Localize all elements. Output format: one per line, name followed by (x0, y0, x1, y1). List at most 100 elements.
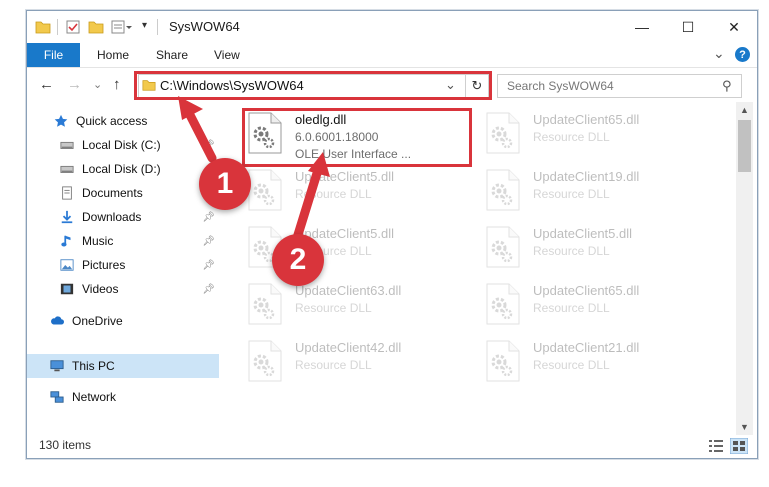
help-icon[interactable]: ? (735, 47, 750, 62)
file-item[interactable]: UpdateClient5.dll Resource DLL (247, 167, 467, 225)
downloads-icon (61, 210, 73, 224)
address-highlight-box (134, 71, 492, 100)
tab-file[interactable]: File (27, 43, 80, 67)
pictures-icon (60, 259, 74, 271)
file-name: UpdateClient65.dll (533, 283, 640, 298)
pin-icon: 📌︎ (202, 139, 215, 151)
dll-file-icon (248, 169, 282, 211)
recent-locations-button[interactable]: ⌄ (93, 78, 102, 91)
file-item[interactable]: UpdateClient65.dll Resource DLL (485, 110, 705, 168)
dll-file-icon (486, 112, 520, 154)
nav-item-label: Downloads (82, 210, 142, 224)
file-item[interactable]: UpdateClient19.dll Resource DLL (485, 167, 705, 225)
pin-icon: 📌︎ (202, 211, 215, 223)
videos-icon (60, 283, 74, 295)
quick-access-dropdown-icon[interactable]: ▾ (142, 20, 147, 31)
nav-item-pictures[interactable]: Pictures 📌︎ (59, 253, 219, 277)
file-name: UpdateClient63.dll (295, 283, 402, 298)
details-view-icon[interactable] (708, 439, 724, 453)
dll-file-icon (486, 226, 520, 268)
pin-icon: 📌︎ (202, 235, 215, 247)
file-description: Resource DLL (533, 130, 610, 144)
dll-file-icon (486, 169, 520, 211)
file-description: Resource DLL (295, 187, 372, 201)
nav-item-network[interactable]: Network (49, 385, 209, 409)
title-bar: ▾ SysWOW64 — ☐ ✕ (27, 11, 757, 43)
scroll-up-icon[interactable]: ▲ (736, 102, 753, 118)
nav-item-documents[interactable]: Documents 📌︎ (59, 181, 219, 205)
pin-icon: 📌︎ (202, 259, 215, 271)
status-bar: 130 items (27, 435, 757, 458)
dll-file-icon (486, 340, 520, 382)
properties-icon[interactable] (65, 19, 81, 35)
nav-item-downloads[interactable]: Downloads 📌︎ (59, 205, 219, 229)
scroll-thumb[interactable] (738, 120, 751, 172)
documents-icon (62, 186, 72, 200)
nav-item-quick-access[interactable]: Quick access (53, 109, 213, 133)
maximize-button[interactable]: ☐ (665, 11, 711, 43)
file-item[interactable]: UpdateClient21.dll Resource DLL (485, 338, 705, 396)
nav-item-local-disk-d[interactable]: Local Disk (D:) 📌︎ (59, 157, 219, 181)
nav-item-onedrive[interactable]: OneDrive (49, 309, 209, 333)
file-item[interactable]: UpdateClient65.dll Resource DLL (485, 281, 705, 339)
file-name: UpdateClient19.dll (533, 169, 640, 184)
cloud-icon (51, 316, 64, 325)
file-name: UpdateClient5.dll (533, 226, 633, 241)
address-row: ← → ⌄ ↑ C:\Windows\SysWOW64 ⌄ ↻ Search S… (27, 68, 757, 102)
file-highlight-box (242, 108, 472, 167)
nav-item-label: Local Disk (D:) (82, 162, 161, 176)
file-name: UpdateClient21.dll (533, 340, 640, 355)
nav-item-label: This PC (72, 359, 115, 373)
file-item[interactable]: UpdateClient63.dll Resource DLL (247, 281, 467, 339)
nav-item-this-pc[interactable]: This PC (27, 354, 219, 378)
dll-file-icon (248, 283, 282, 325)
file-description: Resource DLL (533, 358, 610, 372)
search-icon: ⚲ (722, 78, 732, 93)
nav-item-music[interactable]: Music 📌︎ (59, 229, 219, 253)
up-button[interactable]: ↑ (113, 76, 121, 93)
tab-share[interactable]: Share (156, 48, 188, 62)
ribbon-expand-icon[interactable]: ⌄ (713, 45, 725, 62)
star-icon (54, 114, 68, 127)
large-icons-view-icon[interactable] (730, 438, 748, 454)
file-name: UpdateClient65.dll (533, 112, 640, 127)
nav-item-label: OneDrive (72, 314, 123, 328)
nav-item-label: Network (72, 390, 117, 404)
file-description: Resource DLL (295, 358, 372, 372)
computer-icon (50, 360, 64, 372)
navigation-pane: Quick access Local Disk (C:) 📌︎ Local Di… (27, 102, 223, 432)
explorer-window: ▾ SysWOW64 — ☐ ✕ File Home Share View ⌄ … (26, 10, 758, 459)
tab-view[interactable]: View (214, 48, 240, 62)
forward-button[interactable]: → (67, 76, 82, 93)
scroll-down-icon[interactable]: ▼ (736, 419, 753, 435)
minimize-button[interactable]: — (619, 11, 665, 43)
nav-item-label: Quick access (76, 114, 148, 128)
ribbon-tabs: File Home Share View ⌄ ? (27, 43, 757, 68)
nav-item-label: Pictures (82, 258, 126, 272)
new-folder-icon[interactable] (88, 19, 104, 35)
nav-item-label: Local Disk (C:) (82, 138, 161, 152)
window-title: SysWOW64 (169, 19, 240, 34)
file-item[interactable]: UpdateClient5.dll Resource DLL (485, 224, 705, 282)
file-name: UpdateClient42.dll (295, 340, 402, 355)
nav-item-videos[interactable]: Videos 📌︎ (59, 277, 219, 301)
search-input[interactable]: Search SysWOW64 ⚲ (497, 74, 742, 98)
tab-home[interactable]: Home (97, 48, 129, 62)
drive-icon (60, 141, 74, 149)
customize-toolbar-icon[interactable] (111, 19, 133, 35)
network-icon (50, 391, 64, 403)
close-button[interactable]: ✕ (711, 11, 757, 43)
nav-item-label: Videos (82, 282, 119, 296)
music-icon (61, 235, 71, 247)
file-description: Resource DLL (533, 244, 610, 258)
back-button[interactable]: ← (39, 76, 54, 93)
file-description: Resource DLL (533, 187, 610, 201)
drive-icon (60, 165, 74, 173)
dll-file-icon (486, 283, 520, 325)
pin-icon: 📌︎ (202, 283, 215, 295)
nav-item-local-disk-c[interactable]: Local Disk (C:) 📌︎ (59, 133, 219, 157)
file-item[interactable]: UpdateClient42.dll Resource DLL (247, 338, 467, 396)
vertical-scrollbar[interactable]: ▲ ▼ (736, 102, 753, 435)
folder-icon (35, 21, 51, 34)
step-two-marker: 2 (272, 234, 324, 286)
